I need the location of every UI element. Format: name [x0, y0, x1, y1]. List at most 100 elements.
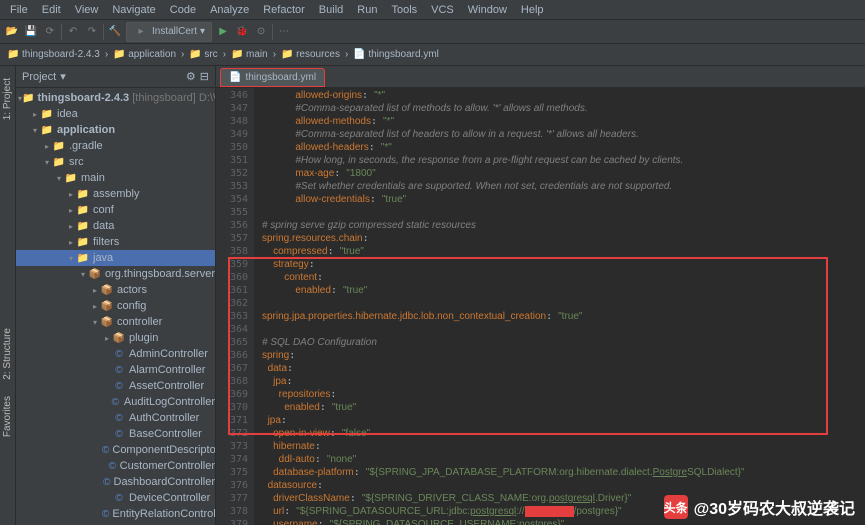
bc-item[interactable]: 📁resources	[278, 49, 343, 61]
menu-edit[interactable]: Edit	[36, 2, 67, 18]
tree-item[interactable]: ©DashboardController	[16, 474, 215, 490]
save-icon[interactable]: 💾	[23, 24, 39, 40]
run-icon[interactable]: ▶	[215, 24, 231, 40]
tree-item[interactable]: ▾📦controller	[16, 314, 215, 330]
folder-icon: 📁	[7, 49, 19, 61]
redo-icon[interactable]: ↷	[84, 24, 100, 40]
favorites-tool-tab[interactable]: Favorites	[2, 396, 13, 437]
run-config-label: InstallCert	[152, 26, 197, 37]
folder-icon: 📁	[52, 139, 66, 153]
tree-item[interactable]: ©AssetController	[16, 378, 215, 394]
package-icon: 📦	[100, 315, 114, 329]
menu-refactor[interactable]: Refactor	[257, 2, 311, 18]
tree-item[interactable]: ▸📁.gradle	[16, 138, 215, 154]
tree-item[interactable]: ▾📁src	[16, 154, 215, 170]
tree-item[interactable]: ▾📁main	[16, 170, 215, 186]
folder-icon: 📁	[76, 235, 90, 249]
tree-item[interactable]: ©DeviceController	[16, 490, 215, 506]
redacted: xxxxx	[525, 506, 574, 517]
tree-item[interactable]: ©AlarmController	[16, 362, 215, 378]
tree-item[interactable]: ©AuditLogController	[16, 394, 215, 410]
class-icon: ©	[108, 459, 117, 473]
code-content[interactable]: allowed-origins: "*" #Comma-separated li…	[254, 88, 865, 525]
tree-item[interactable]: ▸📦plugin	[16, 330, 215, 346]
folder-icon: 📁	[52, 155, 66, 169]
structure-tool-tab[interactable]: 2: Structure	[2, 328, 13, 380]
undo-icon[interactable]: ↶	[65, 24, 81, 40]
run-config-selector[interactable]: ▸ InstallCert ▾	[126, 22, 212, 42]
toolbar: 📂 💾 ⟳ ↶ ↷ 🔨 ▸ InstallCert ▾ ▶ 🐞 ⊙ ⋯	[0, 20, 865, 44]
stop-icon[interactable]: ⊙	[253, 24, 269, 40]
folder-icon: 📁	[76, 251, 90, 265]
bc-item[interactable]: 📁src	[186, 49, 220, 61]
class-icon: ©	[112, 363, 126, 377]
more-icon[interactable]: ⋯	[276, 24, 292, 40]
menu-analyze[interactable]: Analyze	[204, 2, 255, 18]
file-icon: 📄	[229, 72, 241, 83]
package-icon: 📦	[88, 267, 102, 281]
sidebar-title: Project	[22, 71, 56, 83]
tree-item[interactable]: ▸📁data	[16, 218, 215, 234]
watermark-text: @30岁码农大叔逆袭记	[694, 495, 855, 519]
refresh-icon[interactable]: ⟳	[42, 24, 58, 40]
package-icon: 📦	[100, 299, 114, 313]
menu-navigate[interactable]: Navigate	[106, 2, 161, 18]
menu-window[interactable]: Window	[462, 2, 513, 18]
file-icon: 📄	[353, 49, 365, 61]
menu-code[interactable]: Code	[164, 2, 202, 18]
separator	[272, 24, 273, 40]
project-tree[interactable]: ▾📁thingsboard-2.4.3 [thingsboard] D:\WIN…	[16, 88, 215, 525]
editor: 📄 thingsboard.yml 346 347 348 349 350 35…	[216, 66, 865, 525]
tree-item[interactable]: ▾📁application	[16, 122, 215, 138]
tree-item[interactable]: ▸📁assembly	[16, 186, 215, 202]
chevron-down-icon[interactable]: ▾	[60, 70, 66, 83]
tree-item[interactable]: ©BaseController	[16, 426, 215, 442]
folder-icon: 📁	[113, 49, 125, 61]
watermark-icon: 头条	[664, 495, 688, 519]
package-icon: 📦	[112, 331, 126, 345]
tree-item[interactable]: ▸📁filters	[16, 234, 215, 250]
debug-icon[interactable]: 🐞	[234, 24, 250, 40]
tree-item[interactable]: ▸📁idea	[16, 106, 215, 122]
tree-root[interactable]: ▾📁thingsboard-2.4.3 [thingsboard] D:\WIN…	[16, 90, 215, 106]
menu-file[interactable]: File	[4, 2, 34, 18]
tree-item[interactable]: ©EntityRelationController	[16, 506, 215, 522]
bc-file[interactable]: 📄thingsboard.yml	[350, 49, 442, 61]
tree-item[interactable]: ©AuthController	[16, 410, 215, 426]
menu-vcs[interactable]: VCS	[425, 2, 460, 18]
bc-item[interactable]: 📁application	[110, 49, 179, 61]
editor-tab[interactable]: 📄 thingsboard.yml	[220, 68, 325, 87]
bc-item[interactable]: 📁main	[228, 49, 271, 61]
open-icon[interactable]: 📂	[4, 24, 20, 40]
tree-item[interactable]: ▸📦config	[16, 298, 215, 314]
tree-item[interactable]: ▸📁conf	[16, 202, 215, 218]
collapse-icon[interactable]: ⊟	[200, 70, 209, 83]
sidebar-header: Project ▾ ⚙ ⊟	[16, 66, 215, 88]
menu-tools[interactable]: Tools	[385, 2, 423, 18]
folder-icon: 📁	[64, 171, 78, 185]
tree-item[interactable]: ▾📁java	[16, 250, 215, 266]
build-icon[interactable]: 🔨	[107, 24, 123, 40]
app-icon: ▸	[133, 24, 149, 40]
folder-icon: 📁	[22, 91, 34, 105]
project-tool-tab[interactable]: 1: Project	[2, 78, 13, 120]
gutter: 346 347 348 349 350 351 352 353 354 355 …	[216, 88, 254, 525]
tree-item[interactable]: ©ComponentDescriptorCon	[16, 442, 215, 458]
code-area[interactable]: 346 347 348 349 350 351 352 353 354 355 …	[216, 88, 865, 525]
class-icon: ©	[112, 491, 126, 505]
menu-view[interactable]: View	[69, 2, 105, 18]
tree-item[interactable]: ▾📦org.thingsboard.server	[16, 266, 215, 282]
tree-item[interactable]: ©CustomerController	[16, 458, 215, 474]
chevron-down-icon: ▾	[200, 26, 205, 37]
tree-item[interactable]: ▸📦actors	[16, 282, 215, 298]
tree-item[interactable]: ©AdminController	[16, 346, 215, 362]
package-icon: 📦	[100, 283, 114, 297]
menu-run[interactable]: Run	[351, 2, 383, 18]
folder-icon: 📁	[76, 203, 90, 217]
menu-build[interactable]: Build	[313, 2, 349, 18]
folder-icon: 📁	[231, 49, 243, 61]
bc-root[interactable]: 📁thingsboard-2.4.3	[4, 49, 103, 61]
gear-icon[interactable]: ⚙	[186, 70, 196, 83]
folder-icon: 📁	[281, 49, 293, 61]
menu-help[interactable]: Help	[515, 2, 550, 18]
